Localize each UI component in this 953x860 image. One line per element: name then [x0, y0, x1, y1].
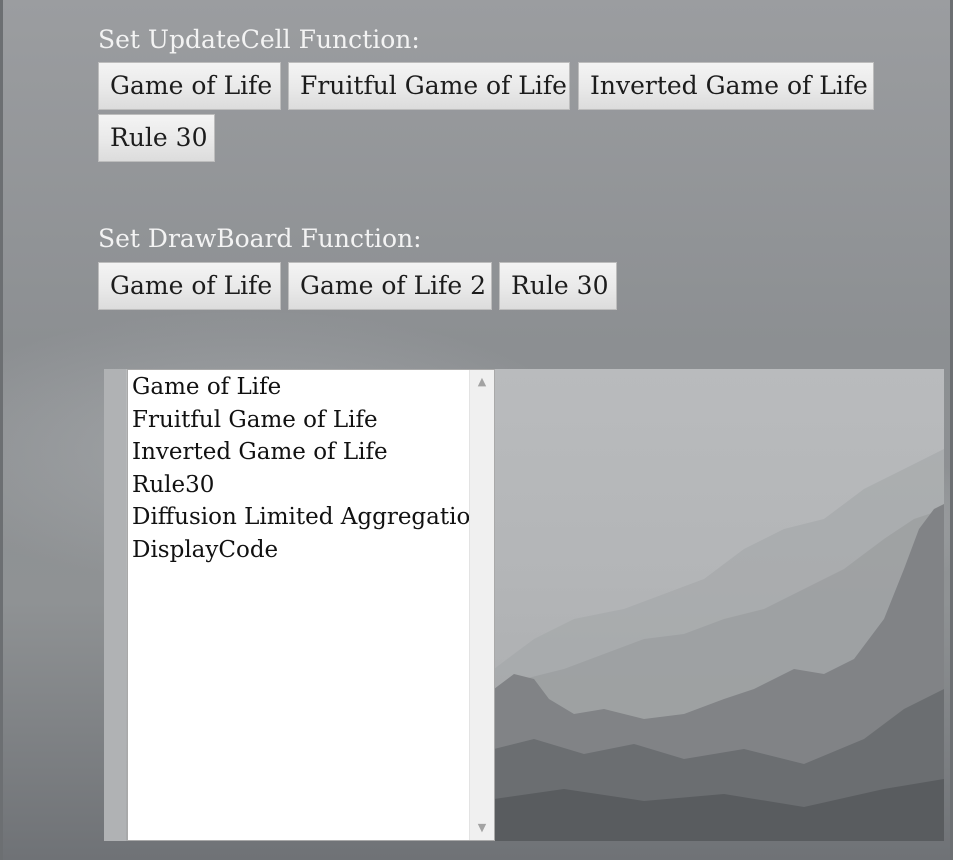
draw-board-label: Set DrawBoard Function:: [98, 224, 422, 253]
list-option-game-of-life[interactable]: Game of Life: [132, 371, 485, 404]
update-cell-fruitful-game-of-life-button[interactable]: Fruitful Game of Life: [288, 62, 570, 110]
draw-board-rule-30-button[interactable]: Rule 30: [499, 262, 617, 310]
scroll-down-arrow-icon[interactable]: ▼: [470, 818, 494, 838]
window-border-left: [0, 0, 3, 860]
list-option-diffusion-limited-aggregation[interactable]: Diffusion Limited Aggregation: [132, 501, 485, 534]
update-cell-game-of-life-button[interactable]: Game of Life: [98, 62, 281, 110]
update-cell-rule-30-button[interactable]: Rule 30: [98, 114, 215, 162]
draw-board-game-of-life-2-button[interactable]: Game of Life 2: [288, 262, 492, 310]
update-cell-label: Set UpdateCell Function:: [98, 25, 420, 54]
update-cell-inverted-game-of-life-button[interactable]: Inverted Game of Life: [578, 62, 874, 110]
scroll-up-arrow-icon[interactable]: ▲: [470, 372, 494, 392]
list-option-inverted-game-of-life[interactable]: Inverted Game of Life: [132, 436, 485, 469]
list-option-rule30[interactable]: Rule30: [132, 469, 485, 502]
list-option-displaycode[interactable]: DisplayCode: [132, 534, 485, 567]
draw-board-game-of-life-button[interactable]: Game of Life: [98, 262, 281, 310]
list-option-fruitful-game-of-life[interactable]: Fruitful Game of Life: [132, 404, 485, 437]
listbox-options: Game of Life Fruitful Game of Life Inver…: [132, 371, 485, 566]
simulation-listbox[interactable]: Game of Life Fruitful Game of Life Inver…: [127, 369, 495, 841]
listbox-scrollbar[interactable]: ▲ ▼: [469, 370, 494, 840]
